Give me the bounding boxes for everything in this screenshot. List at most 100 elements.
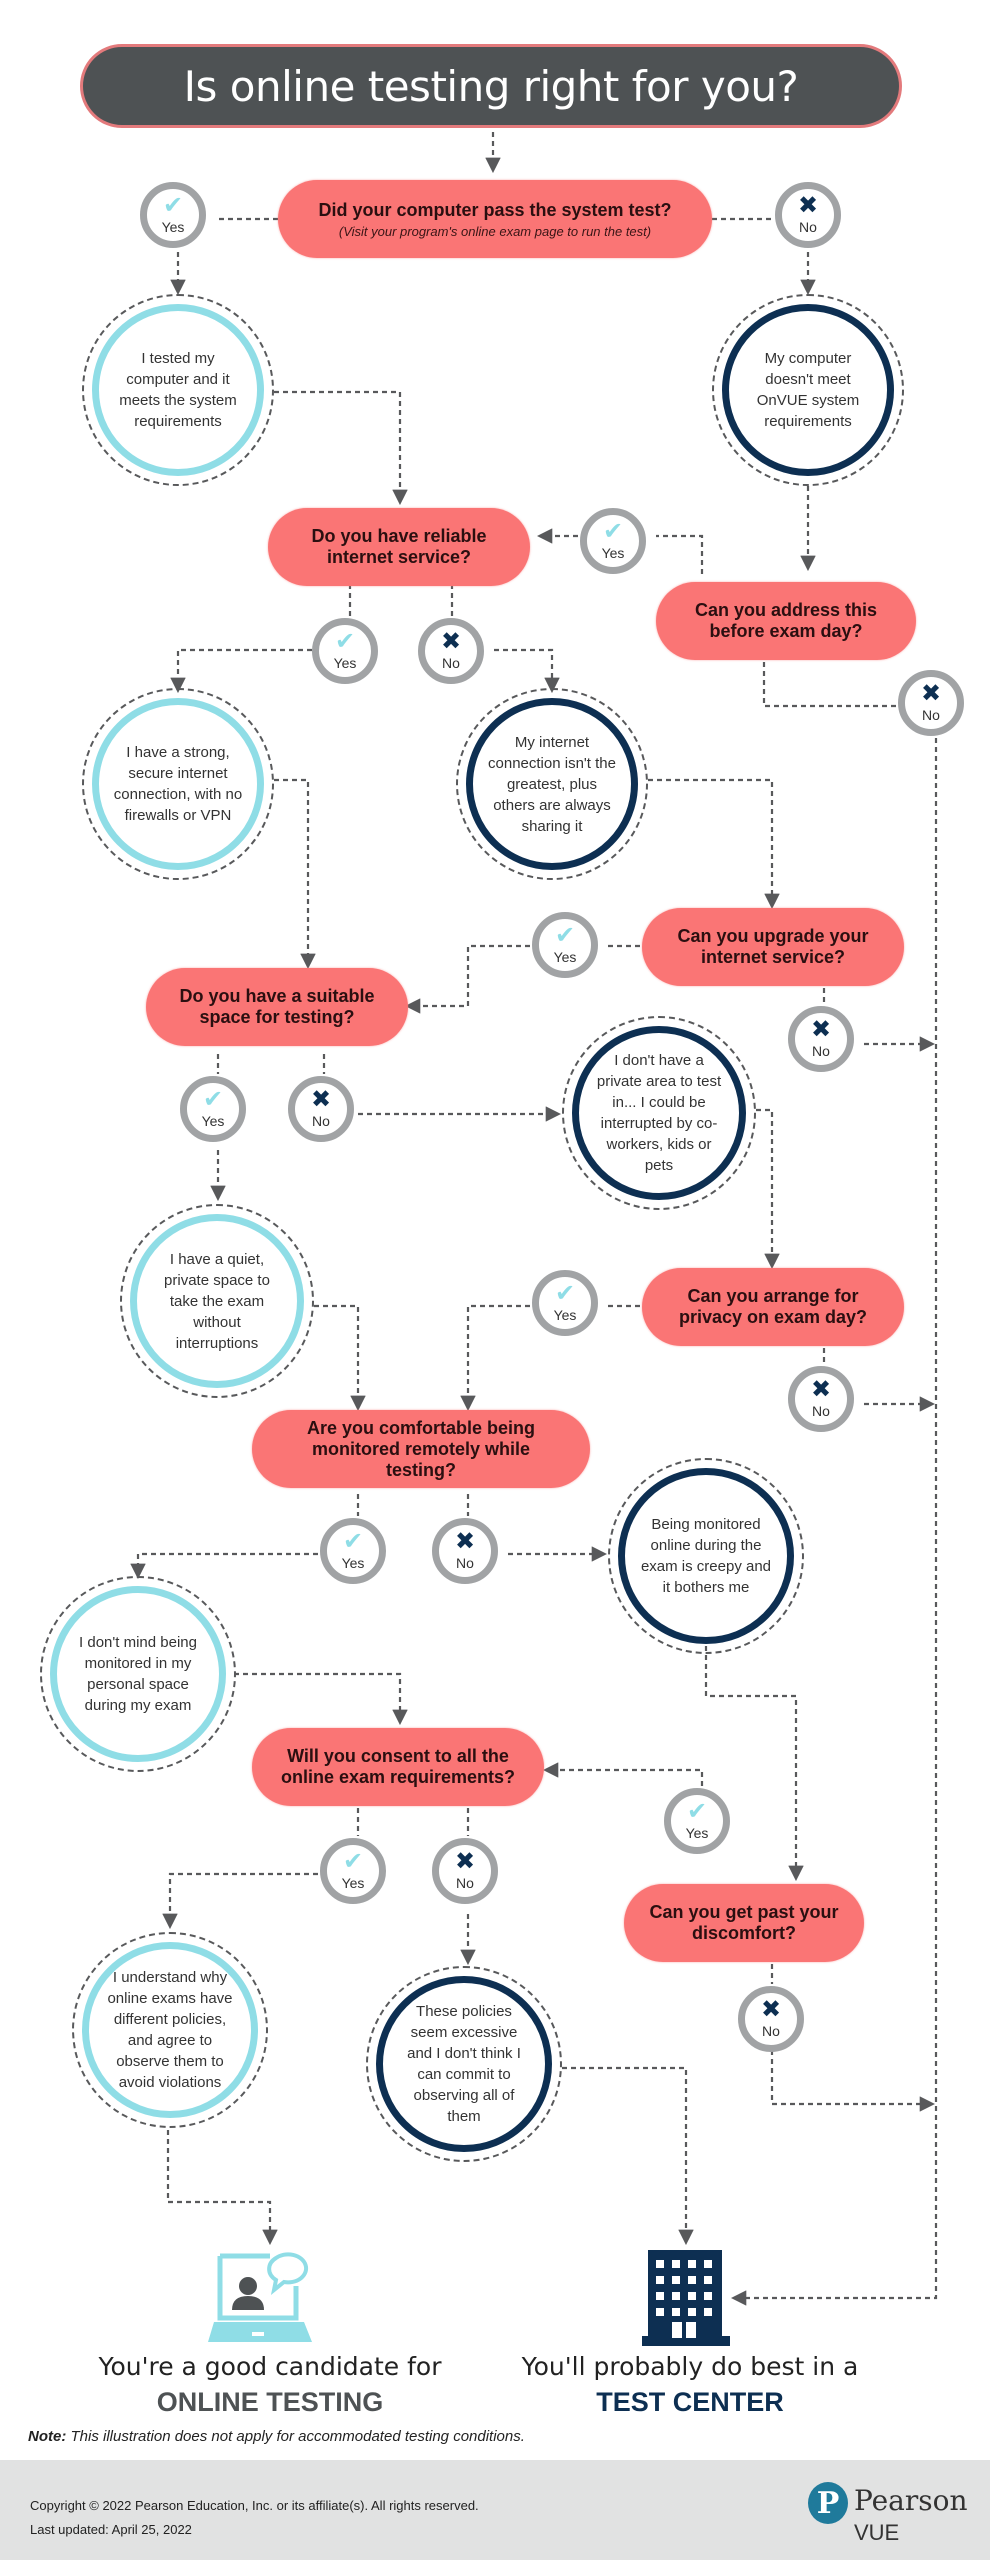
answer-yes: ✔ Yes bbox=[580, 508, 646, 574]
connector bbox=[234, 1672, 408, 1726]
connector bbox=[170, 648, 312, 694]
answer-no: ✖ No bbox=[788, 1006, 854, 1072]
answer-yes: ✔ Yes bbox=[140, 182, 206, 248]
x-mark-icon: ✖ bbox=[810, 1376, 832, 1403]
outcome-line2: ONLINE TESTING bbox=[156, 2387, 384, 2417]
question-text: Do you have a suitable space for testing… bbox=[179, 986, 375, 1027]
checkmark-icon: ✔ bbox=[342, 1528, 364, 1555]
question-system-test: Did your computer pass the system test? … bbox=[278, 180, 712, 258]
question-internet: Do you have reliable internet service? bbox=[268, 508, 530, 586]
statement-negative: Being monitored online during the exam i… bbox=[608, 1458, 804, 1654]
answer-yes: ✔ Yes bbox=[532, 912, 598, 978]
question-text: Can you get past your discomfort? bbox=[649, 1902, 839, 1943]
answer-no: ✖ No bbox=[418, 618, 484, 684]
connector bbox=[656, 534, 704, 574]
answer-yes: ✔ Yes bbox=[664, 1788, 730, 1854]
outcome-line2: TEST CENTER bbox=[596, 2387, 784, 2417]
answer-yes: ✔ Yes bbox=[320, 1518, 386, 1584]
checkmark-icon: ✔ bbox=[554, 1280, 576, 1307]
question-text: Can you arrange for privacy on exam day? bbox=[678, 1286, 868, 1327]
x-mark-icon: ✖ bbox=[810, 1016, 832, 1043]
connector bbox=[162, 1872, 318, 1930]
question-text: Did your computer pass the system test? bbox=[318, 199, 672, 220]
answer-yes: ✔ Yes bbox=[312, 618, 378, 684]
statement-positive: I have a strong, secure internet connect… bbox=[82, 688, 274, 880]
statement-positive: I tested my computer and it meets the sy… bbox=[82, 294, 274, 486]
x-mark-icon: ✖ bbox=[310, 1086, 332, 1113]
outcome-line1: You're a good candidate for bbox=[98, 2352, 442, 2381]
statement-positive: I understand why online exams have diffe… bbox=[72, 1932, 268, 2128]
statement-positive: I have a quiet, private space to take th… bbox=[120, 1204, 314, 1398]
checkmark-icon: ✔ bbox=[554, 922, 576, 949]
question-address-before: Can you address this before exam day? bbox=[656, 582, 916, 660]
connector bbox=[648, 778, 780, 910]
question-text: Can you upgrade your internet service? bbox=[677, 926, 869, 967]
question-consent: Will you consent to all the online exam … bbox=[252, 1728, 544, 1806]
answer-no: ✖ No bbox=[738, 1986, 804, 2052]
checkmark-icon: ✔ bbox=[602, 518, 624, 545]
pearson-p-icon: P bbox=[808, 2482, 848, 2524]
answer-yes: ✔ Yes bbox=[532, 1270, 598, 1336]
title-text: Is online testing right for you? bbox=[183, 61, 799, 111]
laptop-video-icon bbox=[208, 2252, 312, 2342]
question-text: Can you address this before exam day? bbox=[694, 600, 878, 641]
logo-sub: VUE bbox=[854, 2520, 900, 2545]
statement-positive: I don't mind being monitored in my perso… bbox=[40, 1576, 236, 1772]
checkmark-icon: ✔ bbox=[202, 1086, 224, 1113]
question-suitable-space: Do you have a suitable space for testing… bbox=[146, 968, 408, 1046]
question-monitored: Are you comfortable being monitored remo… bbox=[252, 1410, 590, 1488]
connector bbox=[460, 1304, 530, 1412]
question-privacy: Can you arrange for privacy on exam day? bbox=[642, 1268, 904, 1346]
question-text: Are you comfortable being monitored remo… bbox=[306, 1417, 536, 1480]
connector bbox=[314, 1304, 366, 1412]
answer-no: ✖ No bbox=[432, 1838, 498, 1904]
connector bbox=[166, 2130, 278, 2246]
answer-no: ✖ No bbox=[898, 670, 964, 736]
connector bbox=[562, 2066, 694, 2246]
connector bbox=[130, 1552, 318, 1580]
statement-negative: My internet connection isn't the greates… bbox=[456, 688, 648, 880]
connector bbox=[274, 778, 316, 970]
connector bbox=[756, 1108, 780, 1270]
connector bbox=[762, 662, 898, 708]
last-updated: Last updated: April 25, 2022 bbox=[30, 2522, 192, 2537]
x-mark-icon: ✖ bbox=[454, 1848, 476, 1875]
flowchart: Is online testing right for you? Did you… bbox=[0, 0, 990, 2560]
question-text: Do you have reliable internet service? bbox=[311, 526, 487, 567]
x-mark-icon: ✖ bbox=[454, 1528, 476, 1555]
answer-yes: ✔ Yes bbox=[180, 1076, 246, 1142]
checkmark-icon: ✔ bbox=[334, 628, 356, 655]
outcome-test-center: You'll probably do best in a TEST CENTER bbox=[500, 2352, 880, 2418]
checkmark-icon: ✔ bbox=[686, 1798, 708, 1825]
answer-no: ✖ No bbox=[775, 182, 841, 248]
x-mark-icon: ✖ bbox=[920, 680, 942, 707]
page-title: Is online testing right for you? bbox=[80, 44, 902, 128]
x-mark-icon: ✖ bbox=[440, 628, 462, 655]
building-icon bbox=[642, 2250, 730, 2346]
connector bbox=[770, 2050, 936, 2112]
checkmark-icon: ✔ bbox=[342, 1848, 364, 1875]
statement-negative: My computer doesn't meet OnVUE system re… bbox=[712, 294, 904, 486]
logo-name: Pearson bbox=[854, 2484, 968, 2517]
answer-no: ✖ No bbox=[788, 1366, 854, 1432]
copyright: Copyright © 2022 Pearson Education, Inc.… bbox=[30, 2498, 479, 2513]
statement-negative: I don't have a private area to test in..… bbox=[562, 1016, 756, 1210]
question-text: Will you consent to all the online exam … bbox=[280, 1746, 516, 1787]
question-subtext: (Visit your program's online exam page t… bbox=[338, 223, 652, 239]
outcome-online-testing: You're a good candidate for ONLINE TESTI… bbox=[80, 2352, 460, 2418]
answer-yes: ✔ Yes bbox=[320, 1838, 386, 1904]
statement-negative: These policies seem excessive and I don'… bbox=[366, 1966, 562, 2162]
x-mark-icon: ✖ bbox=[797, 192, 819, 219]
note-text: This illustration does not apply for acc… bbox=[66, 2428, 525, 2445]
question-upgrade-internet: Can you upgrade your internet service? bbox=[642, 908, 904, 986]
x-mark-icon: ✖ bbox=[760, 1996, 782, 2023]
connector bbox=[494, 648, 560, 694]
connector bbox=[274, 390, 408, 506]
outcome-line1: You'll probably do best in a bbox=[521, 2352, 859, 2381]
note: Note: This illustration does not apply f… bbox=[28, 2428, 525, 2445]
answer-no: ✖ No bbox=[432, 1518, 498, 1584]
connector bbox=[404, 944, 530, 1014]
note-label: Note: bbox=[28, 2428, 67, 2445]
answer-no: ✖ No bbox=[288, 1076, 354, 1142]
checkmark-icon: ✔ bbox=[162, 192, 184, 219]
